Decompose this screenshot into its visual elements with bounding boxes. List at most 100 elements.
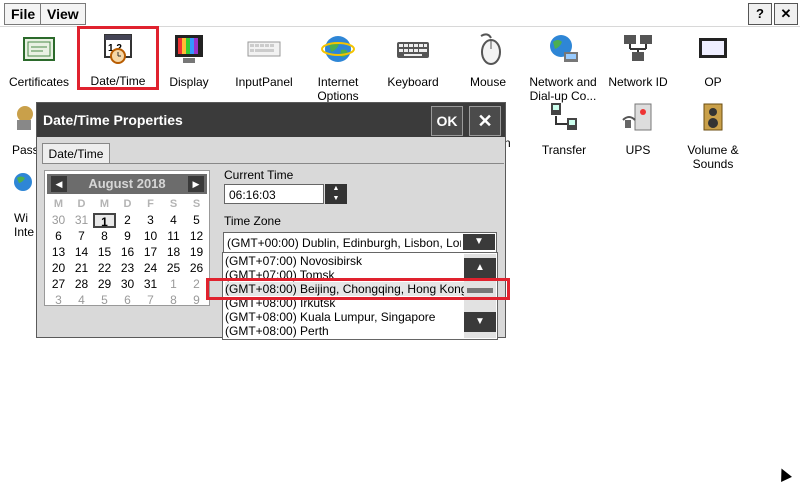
weekday-header: D: [77, 198, 86, 210]
inputpanel-item[interactable]: InputPanel: [225, 32, 303, 89]
calendar-day[interactable]: 27: [47, 277, 70, 292]
network-globe-icon: [550, 35, 578, 62]
help-icon[interactable]: ?: [748, 3, 772, 25]
calendar-day[interactable]: 21: [70, 261, 93, 276]
time-down-button[interactable]: ▼: [325, 194, 347, 204]
speaker-icon: [703, 103, 723, 131]
calendar-day[interactable]: 30: [47, 213, 70, 228]
wireless-icon: [14, 173, 32, 191]
calendar-day[interactable]: 22: [93, 261, 116, 276]
wireless-item[interactable]: Wi Inte: [0, 168, 40, 239]
ups-label: UPS: [625, 143, 651, 157]
calendar-day[interactable]: 31: [70, 213, 93, 228]
calendar-day[interactable]: 5: [185, 213, 208, 228]
calendar-day[interactable]: 26: [185, 261, 208, 276]
calendar-day[interactable]: 23: [116, 261, 139, 276]
calendar-day[interactable]: 25: [162, 261, 185, 276]
calendar-day[interactable]: 3: [139, 213, 162, 228]
calendar-day[interactable]: 24: [139, 261, 162, 276]
op-item[interactable]: OP: [674, 32, 752, 89]
calendar-day[interactable]: 5: [93, 293, 116, 308]
next-month-button[interactable]: ▶: [188, 176, 204, 192]
keyboard-label: Keyboard: [387, 75, 439, 89]
network-id-item[interactable]: Network ID: [599, 32, 677, 89]
time-up-button[interactable]: ▲: [325, 184, 347, 194]
calendar-day[interactable]: 3: [47, 293, 70, 308]
password-label: Pass: [12, 143, 39, 157]
prev-month-button[interactable]: ◀: [51, 176, 67, 192]
weekday-header: D: [123, 198, 132, 210]
inputpanel-label: InputPanel: [235, 75, 293, 89]
menu-file[interactable]: File: [4, 3, 43, 25]
current-time-field[interactable]: 06:16:03: [224, 184, 324, 204]
calendar-day[interactable]: 17: [139, 245, 162, 260]
calendar-day[interactable]: 11: [162, 229, 185, 244]
calendar-day[interactable]: 9: [185, 293, 208, 308]
calendar-day[interactable]: 10: [139, 229, 162, 244]
network-dialup-item[interactable]: Network and Dial-up Co...: [524, 32, 602, 103]
transfer-icon: [551, 103, 577, 130]
globe-icon: [321, 36, 355, 62]
transfer-item[interactable]: Transfer: [525, 100, 603, 157]
time-zone-option[interactable]: (GMT+08:00) Perth: [225, 324, 465, 338]
menu-view[interactable]: View: [40, 3, 86, 25]
time-zone-option[interactable]: (GMT+07:00) Novosibirsk: [225, 254, 465, 268]
calendar-day[interactable]: 30: [116, 277, 139, 292]
ok-button[interactable]: OK: [431, 106, 463, 136]
calendar: ◀ August 2018 ▶ M D M D F S S 30 31 1 2 3 4 5 6 7 8 9 10 11…: [44, 170, 210, 308]
calendar-day[interactable]: 4: [162, 213, 185, 228]
calendar-day-selected[interactable]: 1: [93, 213, 116, 229]
ups-item[interactable]: UPS: [599, 100, 677, 157]
close-icon[interactable]: ✕: [774, 3, 798, 25]
tab-datetime[interactable]: Date/Time: [42, 143, 110, 164]
scroll-up-button[interactable]: ▲: [464, 258, 496, 278]
mouse-icon: [480, 33, 501, 65]
calendar-day[interactable]: 14: [70, 245, 93, 260]
certificate-icon: [23, 37, 55, 61]
transfer-label: Transfer: [541, 143, 587, 157]
weekday-header: M: [53, 198, 64, 210]
calendar-month-label[interactable]: August 2018: [67, 174, 187, 194]
calendar-day[interactable]: 20: [47, 261, 70, 276]
calendar-day[interactable]: 19: [185, 245, 208, 260]
internet-options-item[interactable]: Internet Options: [299, 32, 377, 103]
display-item[interactable]: Display: [150, 32, 228, 89]
dialog-titlebar[interactable]: Date/Time Properties OK ✕: [37, 103, 505, 137]
calendar-day[interactable]: 7: [139, 293, 162, 308]
datetime-item[interactable]: 1 2 Date/Time: [77, 26, 159, 90]
calendar-day[interactable]: 13: [47, 245, 70, 260]
calendar-day[interactable]: 28: [70, 277, 93, 292]
calendar-day[interactable]: 7: [70, 229, 93, 244]
display-icon: [175, 35, 203, 63]
calendar-day[interactable]: 4: [70, 293, 93, 308]
calendar-day[interactable]: 12: [185, 229, 208, 244]
calendar-day[interactable]: 18: [162, 245, 185, 260]
certificates-item[interactable]: Certificates: [0, 32, 78, 89]
calendar-day[interactable]: 16: [116, 245, 139, 260]
calendar-day[interactable]: 9: [116, 229, 139, 244]
calendar-day[interactable]: 29: [93, 277, 116, 292]
calendar-day[interactable]: 8: [93, 229, 116, 244]
calendar-day[interactable]: 31: [139, 277, 162, 292]
dialog-close-button[interactable]: ✕: [469, 106, 501, 136]
calendar-day[interactable]: 6: [116, 293, 139, 308]
scroll-down-button[interactable]: ▼: [464, 312, 496, 332]
calendar-clock-icon: 1 2: [104, 34, 132, 64]
certificates-label: Certificates: [8, 75, 70, 89]
calendar-day[interactable]: 8: [162, 293, 185, 308]
chevron-down-icon[interactable]: ▼: [463, 234, 495, 250]
volume-sounds-item[interactable]: Volume & Sounds: [674, 100, 752, 171]
weekday-header: S: [192, 198, 201, 210]
password-item[interactable]: Pass: [0, 100, 40, 157]
password-icon: [17, 106, 33, 130]
keyboard-item[interactable]: Keyboard: [374, 32, 452, 89]
time-zone-select[interactable]: (GMT+00:00) Dublin, Edinburgh, Lisbon, L…: [223, 232, 497, 254]
calendar-day[interactable]: 2: [185, 277, 208, 292]
calendar-day[interactable]: 15: [93, 245, 116, 260]
calendar-day[interactable]: 2: [116, 213, 139, 228]
calendar-day[interactable]: 6: [47, 229, 70, 244]
weekday-header: M: [99, 198, 110, 210]
calendar-day[interactable]: 1: [162, 277, 185, 292]
time-zone-option[interactable]: (GMT+08:00) Kuala Lumpur, Singapore: [225, 310, 465, 324]
mouse-item[interactable]: Mouse: [449, 32, 527, 89]
